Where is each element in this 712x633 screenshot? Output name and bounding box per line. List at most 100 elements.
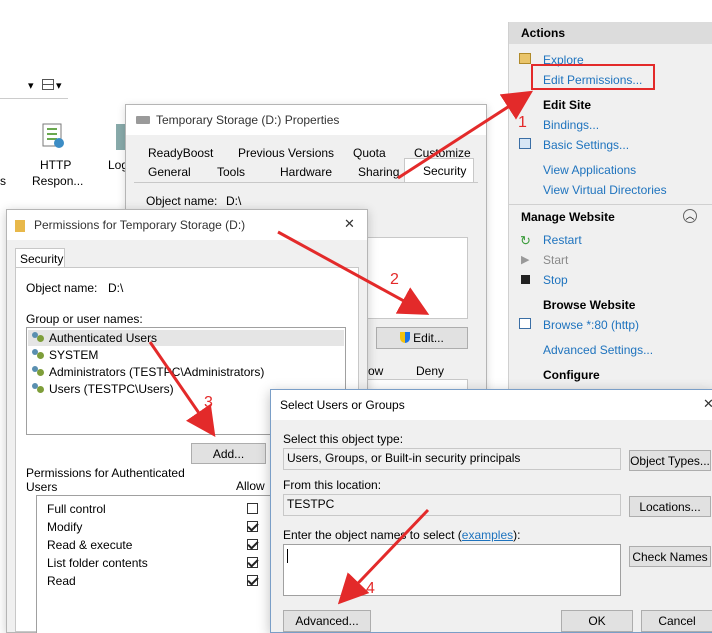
location-label: From this location: [283,478,382,492]
add-button[interactable]: Add... [191,443,266,464]
perm-row-read: Read [39,572,273,590]
properties-users-list [366,237,468,319]
object-type-field: Users, Groups, or Built-in security prin… [283,448,621,470]
permissions-object-name-value: D:\ [108,281,124,295]
select-users-titlebar: Select Users or Groups ✕ [271,390,712,420]
stop-link[interactable]: Stop [543,273,568,287]
location-field: TESTPC [283,494,621,516]
perm-allow-checkbox[interactable] [247,521,258,532]
allow-column-header: Allow [236,479,265,493]
ok-button[interactable]: OK [561,610,633,632]
add-button-label: Add... [212,447,245,461]
permissions-close-icon[interactable]: ✕ [344,216,355,232]
tab-sharing[interactable]: Sharing [358,165,399,179]
cancel-label: Cancel [658,614,696,628]
tab-tools[interactable]: Tools [217,165,245,179]
actions-title: Actions [521,26,566,40]
basic-settings-link[interactable]: Basic Settings... [543,138,629,152]
permissions-for-label-2: Users [26,480,58,494]
permissions-titlebar: Permissions for Temporary Storage (D:) ✕ [7,210,367,240]
view-virtual-directories-link[interactable]: View Virtual Directories [543,183,667,197]
view-dropdown-icon[interactable]: ▾ [56,79,62,92]
select-users-close-icon[interactable]: ✕ [703,396,712,412]
perm-name: Read & execute [47,538,133,552]
properties-title: Temporary Storage (D:) Properties [156,113,340,127]
http-response-icon[interactable] [39,122,67,150]
bindings-link[interactable]: Bindings... [543,118,599,132]
examples-link[interactable]: examples [462,528,513,542]
users-group-icon [32,366,46,378]
uac-shield-icon [400,332,411,343]
authenticated-users-text: Authenticated Users [32,331,157,345]
permissions-object-name-label: Object name: [26,281,98,295]
tab-security-active[interactable]: Security [404,158,474,182]
user-row-authenticated[interactable]: Authenticated Users [28,330,344,346]
tab-readyboost[interactable]: ReadyBoost [148,146,213,160]
actions-header: Actions [509,22,712,44]
perm-allow-checkbox[interactable] [247,557,258,568]
icon-label-respon: Respon... [32,174,84,188]
text-caret [287,549,288,563]
user-name: Administrators (TESTPC\Administrators) [49,365,265,379]
user-row-users[interactable]: Users (TESTPC\Users) [32,382,174,396]
locations-button[interactable]: Locations... [629,496,711,517]
icon-label-s: s [0,174,6,188]
restart-icon: ↻ [520,233,531,248]
basic-settings-icon [519,138,531,149]
perm-allow-checkbox[interactable] [247,539,258,550]
properties-edit-button[interactable]: Edit... [376,327,468,349]
tab-quota[interactable]: Quota [353,146,386,160]
advanced-settings-link[interactable]: Advanced Settings... [543,343,653,357]
users-group-icon [32,383,46,395]
perm-allow-checkbox[interactable] [247,503,258,514]
user-row-system[interactable]: SYSTEM [32,348,98,362]
tab-hardware[interactable]: Hardware [280,165,332,179]
object-names-label-end: ): [513,528,521,542]
object-types-label: Object Types... [630,454,710,468]
properties-object-name-label: Object name: [146,194,218,208]
annotation-step-4: 4 [366,580,375,597]
select-users-dialog: Select Users or Groups ✕ Select this obj… [270,389,712,633]
configure-title: Configure [543,368,600,382]
tab-previous-versions[interactable]: Previous Versions [238,146,334,160]
perm-name: Read [47,574,76,588]
icon-label-http: HTTP [40,158,72,172]
permissions-for-label-1: Permissions for Authenticated [26,466,185,480]
view-applications-link[interactable]: View Applications [543,163,636,177]
view-icon[interactable] [42,79,54,90]
object-names-label-text: Enter the object names to select ( [283,528,462,542]
annotation-step-3: 3 [204,394,213,411]
collapse-icon[interactable]: ︿ [683,209,697,223]
object-names-textarea[interactable] [283,544,621,596]
perm-name: Modify [47,520,83,534]
browse-icon [519,318,531,329]
perm-allow-checkbox[interactable] [247,575,258,586]
tab-row-2: General Tools Hardware Sharing Security [134,158,478,183]
user-name: Users (TESTPC\Users) [49,382,174,396]
object-types-button[interactable]: Object Types... [629,450,711,471]
tab-security-label: Security [423,164,467,178]
locations-label: Locations... [639,500,701,514]
user-name: SYSTEM [49,348,99,362]
users-group-icon [32,332,46,344]
toolbar-dropdown[interactable]: ▾ [28,79,34,92]
iis-toolbar: ▾ ▾ [0,76,68,99]
perm-row-list-folder: List folder contents [39,554,273,572]
properties-edit-label: Edit... [413,331,444,345]
tab-general[interactable]: General [148,165,191,179]
check-names-button[interactable]: Check Names [629,546,711,567]
restart-link[interactable]: Restart [543,233,582,247]
group-or-user-names-label: Group or user names: [26,312,143,326]
properties-allow-header: ow [368,364,384,378]
check-names-label: Check Names [632,550,708,564]
manage-website-title: Manage Website [521,210,615,224]
ok-label: OK [588,614,606,628]
permissions-tab-security[interactable]: Security [15,248,65,268]
properties-deny-header: Deny [416,364,445,378]
cancel-button[interactable]: Cancel [641,610,712,632]
object-type-label: Select this object type: [283,432,404,446]
advanced-button[interactable]: Advanced... [283,610,371,632]
folder-icon [15,220,25,232]
browse-80-link[interactable]: Browse *:80 (http) [543,318,639,332]
user-row-administrators[interactable]: Administrators (TESTPC\Administrators) [32,365,264,379]
